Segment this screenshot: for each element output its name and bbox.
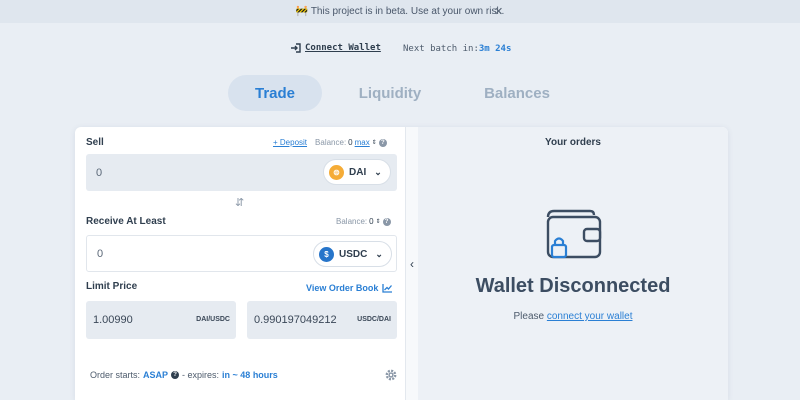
chevron-down-icon: ⌄ (375, 248, 383, 259)
help-icon[interactable]: ? (378, 138, 387, 147)
trade-card: Sell + Deposit Balance: 0 max ⇕ ? 0 ⊜ DA… (75, 127, 728, 400)
order-settings-row: Order starts: ASAP ? - expires: in ~ 48 … (90, 370, 278, 380)
sell-label: Sell (86, 137, 104, 148)
sell-amount-box: 0 ⊜ DAI ⌄ (86, 154, 397, 191)
receive-amount-input[interactable]: 0 (97, 248, 103, 260)
sell-balance-row: + Deposit Balance: 0 max ⇕ ? (273, 138, 387, 147)
wallet-locked-icon (546, 209, 602, 259)
connect-prompt: Please connect your wallet (418, 311, 728, 322)
login-icon (291, 43, 301, 53)
sell-token-select[interactable]: ⊜ DAI ⌄ (323, 159, 391, 185)
tab-balances[interactable]: Balances (470, 75, 564, 111)
top-bar: Connect Wallet Next batch in:3m 24s (291, 43, 511, 54)
limit-price-input-1[interactable]: 1.00990 DAI/USDC (86, 301, 236, 339)
chevron-down-icon: ⌄ (374, 166, 382, 177)
tab-trade[interactable]: Trade (228, 75, 322, 111)
help-icon[interactable]: ? (382, 217, 391, 226)
next-batch-timer: Next batch in:3m 24s (403, 44, 511, 54)
close-banner-button[interactable]: ✕ (494, 5, 503, 18)
trade-form: Sell + Deposit Balance: 0 max ⇕ ? 0 ⊜ DA… (75, 127, 405, 400)
connect-wallet-label: Connect Wallet (305, 43, 381, 53)
order-expires-value[interactable]: in ~ 48 hours (222, 370, 278, 380)
order-starts-label: Order starts: (90, 370, 141, 380)
tab-liquidity[interactable]: Liquidity (343, 75, 437, 111)
dai-coin-icon: ⊜ (329, 164, 344, 180)
usdc-coin-icon: $ (319, 246, 334, 262)
wallet-status: Wallet Disconnected (475, 275, 671, 297)
view-order-book-label: View Order Book (306, 283, 379, 293)
orders-panel: Your orders Wallet Disconnected Please c… (418, 127, 728, 400)
gear-icon[interactable] (384, 368, 398, 382)
sell-token-label: DAI (349, 166, 367, 178)
sort-icon[interactable]: ⇕ (372, 139, 377, 146)
receive-label: Receive At Least (86, 216, 166, 227)
collapse-orders-button[interactable]: ‹ (405, 127, 418, 400)
max-link[interactable]: max (355, 138, 370, 147)
beta-banner-text: 🚧 This project is in beta. Use at your o… (295, 6, 505, 17)
chart-icon (382, 284, 393, 293)
order-expires-label: - expires: (182, 370, 220, 380)
view-order-book-link[interactable]: View Order Book (306, 283, 393, 293)
limit-price-unit-1: DAI/USDC (193, 316, 230, 323)
limit-price-value-2: 0.990197049212 (254, 314, 337, 326)
sell-balance-label: Balance: (315, 138, 347, 147)
next-batch-time: 3m 24s (478, 44, 512, 54)
connect-wallet-button[interactable]: Connect Wallet (291, 43, 381, 53)
swap-direction-button[interactable]: ⇵ (235, 196, 244, 209)
limit-price-input-2[interactable]: 0.990197049212 USDC/DAI (247, 301, 397, 339)
limit-price-label: Limit Price (86, 281, 138, 292)
help-icon[interactable]: ? (171, 371, 180, 379)
receive-token-label: USDC (339, 248, 368, 260)
limit-price-unit-2: USDC/DAI (354, 316, 391, 323)
sell-balance-value: 0 (348, 138, 353, 147)
sell-amount-input[interactable]: 0 (96, 167, 102, 179)
deposit-link[interactable]: + Deposit (273, 138, 307, 147)
order-starts-value[interactable]: ASAP (143, 370, 168, 380)
receive-amount-box: 0 $ USDC ⌄ (86, 235, 397, 272)
receive-balance-value: 0 (369, 217, 374, 226)
beta-banner: 🚧 This project is in beta. Use at your o… (0, 0, 800, 23)
limit-price-value-1: 1.00990 (93, 314, 133, 326)
connect-wallet-link[interactable]: connect your wallet (547, 311, 633, 322)
receive-token-select[interactable]: $ USDC ⌄ (313, 241, 392, 267)
receive-balance-label: Balance: (336, 217, 368, 226)
orders-title: Your orders (545, 137, 601, 148)
receive-balance-row: Balance: 0 ⇕ ? (336, 217, 391, 226)
connect-prompt-text: Please (513, 311, 545, 322)
sort-icon[interactable]: ⇕ (376, 218, 381, 225)
next-batch-label: Next batch in: (403, 44, 479, 54)
